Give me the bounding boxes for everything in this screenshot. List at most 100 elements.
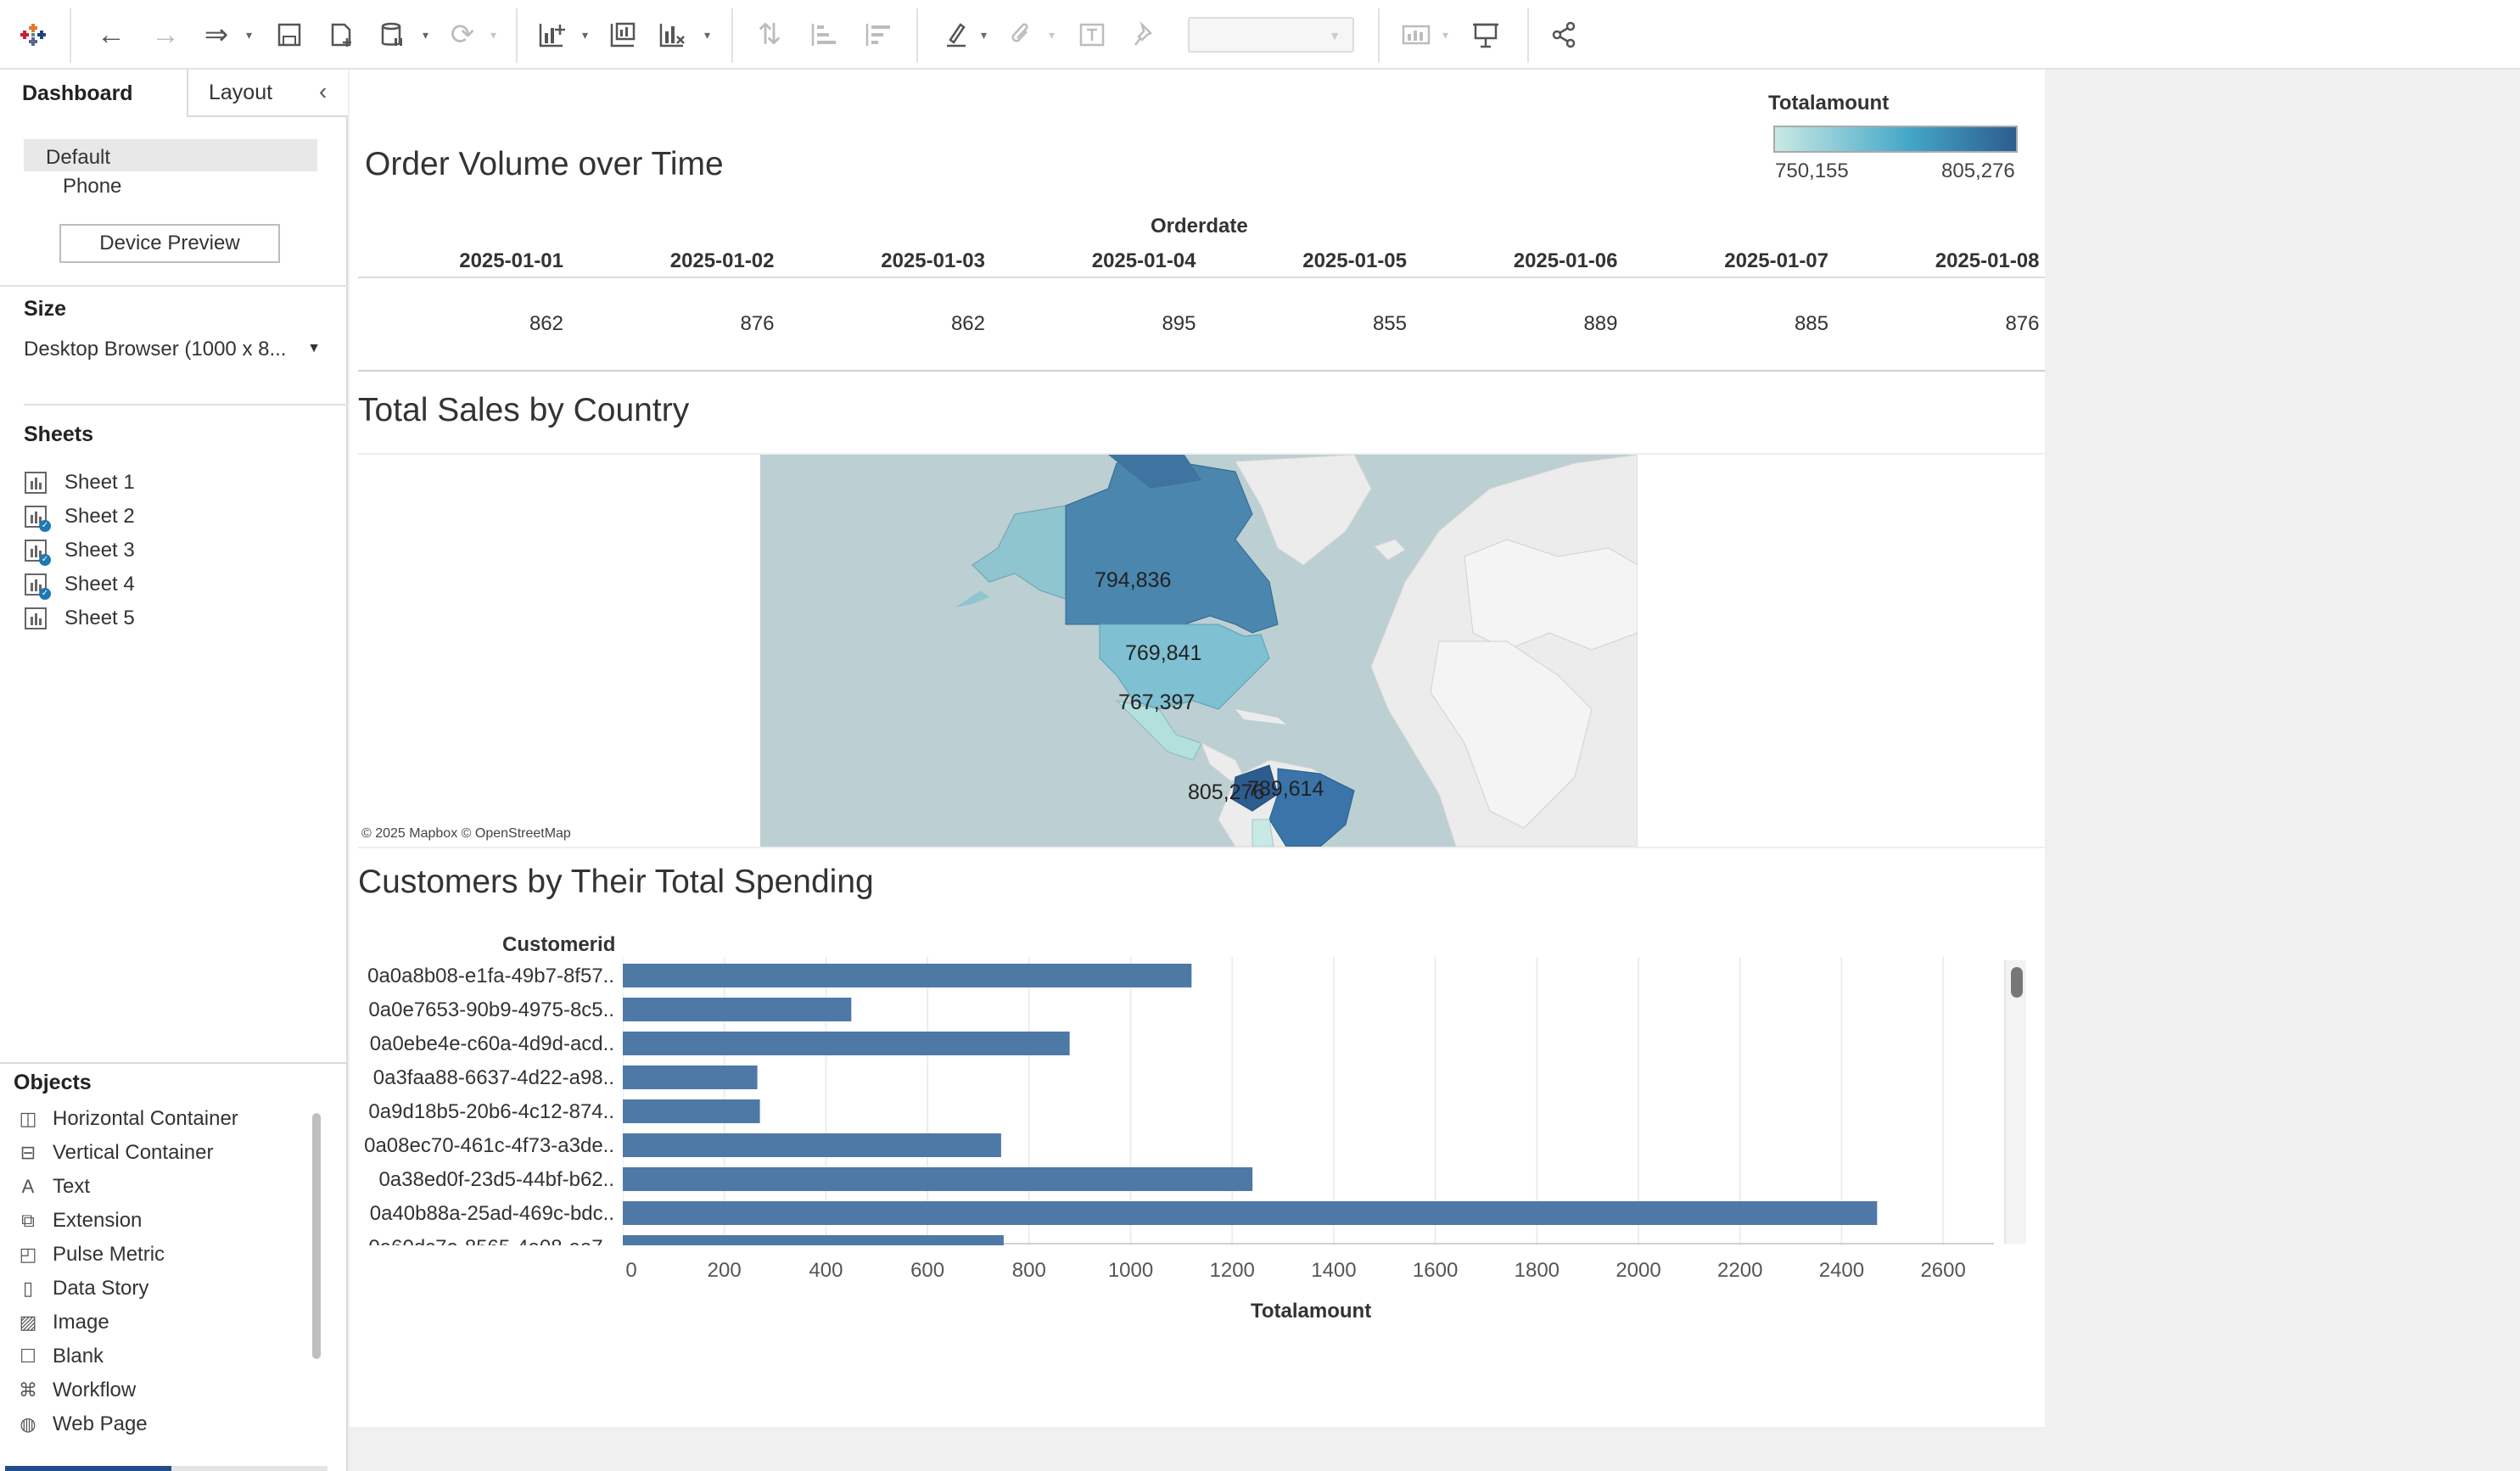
chevron-down-icon[interactable]: ▾	[1442, 29, 1454, 41]
bar[interactable]	[623, 998, 852, 1021]
chart-scrollbar[interactable]	[2004, 960, 2026, 1244]
chevron-down-icon[interactable]: ▾	[981, 29, 993, 41]
orderdate-column-header[interactable]: 2025-01-06	[1482, 249, 1618, 273]
object-extension[interactable]: ⧉ Extension	[17, 1206, 142, 1235]
chevron-down-icon[interactable]: ▾	[704, 29, 716, 41]
chevron-down-icon[interactable]: ▾	[582, 29, 594, 41]
worksheet-icon	[24, 471, 48, 495]
orderdate-column-header[interactable]: 2025-01-08	[1904, 249, 2040, 273]
sort-desc-icon[interactable]	[859, 15, 898, 54]
labels-icon[interactable]	[1072, 15, 1112, 54]
chevron-down-icon[interactable]: ▾	[490, 29, 502, 41]
color-legend-gradient[interactable]	[1773, 126, 2018, 153]
device-phone[interactable]: Phone	[63, 175, 121, 199]
object-pulse-metric[interactable]: ◰ Pulse Metric	[17, 1240, 165, 1269]
customer-id-label[interactable]: 0a0ebe4e-c60a-4d9d-acd..	[339, 1032, 614, 1056]
save-icon[interactable]	[270, 15, 309, 54]
order-count-cell[interactable]: 862	[849, 312, 985, 336]
object-web-page[interactable]: ◍ Web Page	[17, 1410, 147, 1439]
object-data-story[interactable]: ▯ Data Story	[17, 1274, 148, 1303]
customer-id-label[interactable]: 0a08ec70-461c-4f73-a3de..	[339, 1134, 614, 1158]
clear-sheet-icon[interactable]	[653, 15, 692, 54]
objects-scrollbar[interactable]	[312, 1113, 321, 1359]
order-count-cell[interactable]: 876	[1904, 312, 2039, 336]
customer-id-label[interactable]: 0a0a8b08-e1fa-49b7-8f57..	[339, 965, 614, 988]
device-preview-button[interactable]: Device Preview	[59, 224, 280, 263]
sheet-item[interactable]: ✓ Sheet 4	[24, 570, 135, 600]
orderdate-column-header[interactable]: 2025-01-04	[1061, 249, 1196, 273]
size-select[interactable]: Desktop Browser (1000 x 8... ▼	[24, 338, 321, 361]
order-count-cell[interactable]: 876	[639, 312, 774, 336]
undo-icon[interactable]: ←	[92, 15, 131, 54]
group-icon[interactable]	[1001, 15, 1040, 54]
pane-horizontal-scrollbar[interactable]	[5, 1466, 328, 1471]
bar[interactable]	[623, 1167, 1253, 1191]
sheet-item[interactable]: ✓ Sheet 3	[24, 536, 135, 566]
bar[interactable]	[623, 964, 1192, 987]
chevron-down-icon[interactable]: ▾	[246, 29, 258, 41]
object-text[interactable]: A Text	[17, 1172, 90, 1201]
map-credit: © 2025 Mapbox © OpenStreetMap	[361, 826, 571, 841]
sheet-item[interactable]: Sheet 1	[24, 468, 135, 497]
customer-id-label[interactable]: 0a3faa88-6637-4d22-a98..	[339, 1066, 614, 1090]
sheet-item[interactable]: Sheet 5	[24, 604, 135, 633]
object-workflow[interactable]: ⌘ Workflow	[17, 1376, 136, 1405]
bar[interactable]	[623, 1235, 1004, 1245]
object-horizontal-container[interactable]: ◫ Horizontal Container	[17, 1105, 238, 1133]
bar[interactable]	[623, 1133, 1001, 1157]
highlight-icon[interactable]	[937, 15, 976, 54]
globe-icon: ◍	[20, 1413, 36, 1435]
object-vertical-container[interactable]: ⊟ Vertical Container	[17, 1138, 214, 1167]
share-icon[interactable]	[1544, 15, 1583, 54]
sheet-item[interactable]: ✓ Sheet 2	[24, 502, 135, 532]
object-label: Horizontal Container	[53, 1107, 238, 1130]
orderdate-column-header[interactable]: 2025-01-07	[1693, 249, 1828, 273]
object-label: Image	[53, 1311, 109, 1334]
tab-dashboard[interactable]: Dashboard	[0, 70, 187, 117]
fit-select[interactable]: ▼	[1188, 17, 1354, 53]
duplicate-sheet-icon[interactable]	[604, 15, 643, 54]
customer-id-label[interactable]: 0a9d18b5-20b6-4c12-874..	[339, 1100, 614, 1124]
order-count-cell[interactable]: 895	[1061, 312, 1196, 336]
order-count-cell[interactable]: 885	[1693, 312, 1828, 336]
presentation-icon[interactable]	[1466, 15, 1505, 54]
object-label: Extension	[53, 1209, 143, 1232]
collapse-pane-icon[interactable]: ‹	[319, 78, 327, 105]
x-tick-label: 400	[809, 1259, 843, 1282]
customer-id-label[interactable]: 0a40b88a-25ad-469c-bdc..	[339, 1202, 614, 1226]
chevron-down-icon[interactable]: ▾	[423, 29, 434, 41]
new-worksheet-icon[interactable]	[533, 15, 572, 54]
device-default[interactable]: Default	[24, 139, 317, 171]
chevron-down-icon[interactable]: ▾	[1049, 29, 1061, 41]
scroll-thumb[interactable]	[2011, 967, 2023, 998]
bar[interactable]	[623, 1032, 1070, 1055]
orderdate-column-header[interactable]: 2025-01-05	[1271, 249, 1407, 273]
worksheet-icon: ✓	[24, 505, 51, 532]
refresh-icon[interactable]: ⟳	[443, 15, 482, 54]
order-count-cell[interactable]: 862	[428, 312, 563, 336]
bar[interactable]	[623, 1201, 1878, 1225]
pause-datasource-icon[interactable]	[373, 15, 412, 54]
customer-id-label[interactable]: 0a38ed0f-23d5-44bf-b62..	[339, 1168, 614, 1192]
customer-id-label[interactable]: 0a0e7653-90b9-4975-8c5..	[339, 998, 614, 1022]
tableau-logo-icon[interactable]	[14, 15, 53, 54]
customer-id-label[interactable]: 0a60dc7e-8565-4a08-aa7..	[339, 1236, 614, 1245]
redo-icon[interactable]: →	[146, 15, 185, 54]
order-count-cell[interactable]: 889	[1482, 312, 1617, 336]
swap-icon[interactable]: ⇅	[750, 15, 789, 54]
orderdate-column-header[interactable]: 2025-01-01	[428, 249, 563, 273]
bar[interactable]	[623, 1099, 760, 1123]
show-cards-icon[interactable]	[1397, 15, 1436, 54]
fix-axes-icon[interactable]	[1125, 15, 1164, 54]
orderdate-column-header[interactable]: 2025-01-03	[849, 249, 985, 273]
object-blank[interactable]: ☐ Blank	[17, 1342, 104, 1371]
object-image[interactable]: ▨ Image	[17, 1308, 109, 1337]
redo-fwd-icon[interactable]: ⇒	[197, 15, 236, 54]
customer-spending-chart[interactable]	[623, 957, 1997, 1245]
worksheet-icon: ✓	[24, 539, 51, 566]
order-count-cell[interactable]: 855	[1271, 312, 1407, 336]
orderdate-column-header[interactable]: 2025-01-02	[639, 249, 775, 273]
bar[interactable]	[623, 1065, 758, 1089]
sort-asc-icon[interactable]	[804, 15, 843, 54]
new-datasource-icon[interactable]	[322, 15, 361, 54]
